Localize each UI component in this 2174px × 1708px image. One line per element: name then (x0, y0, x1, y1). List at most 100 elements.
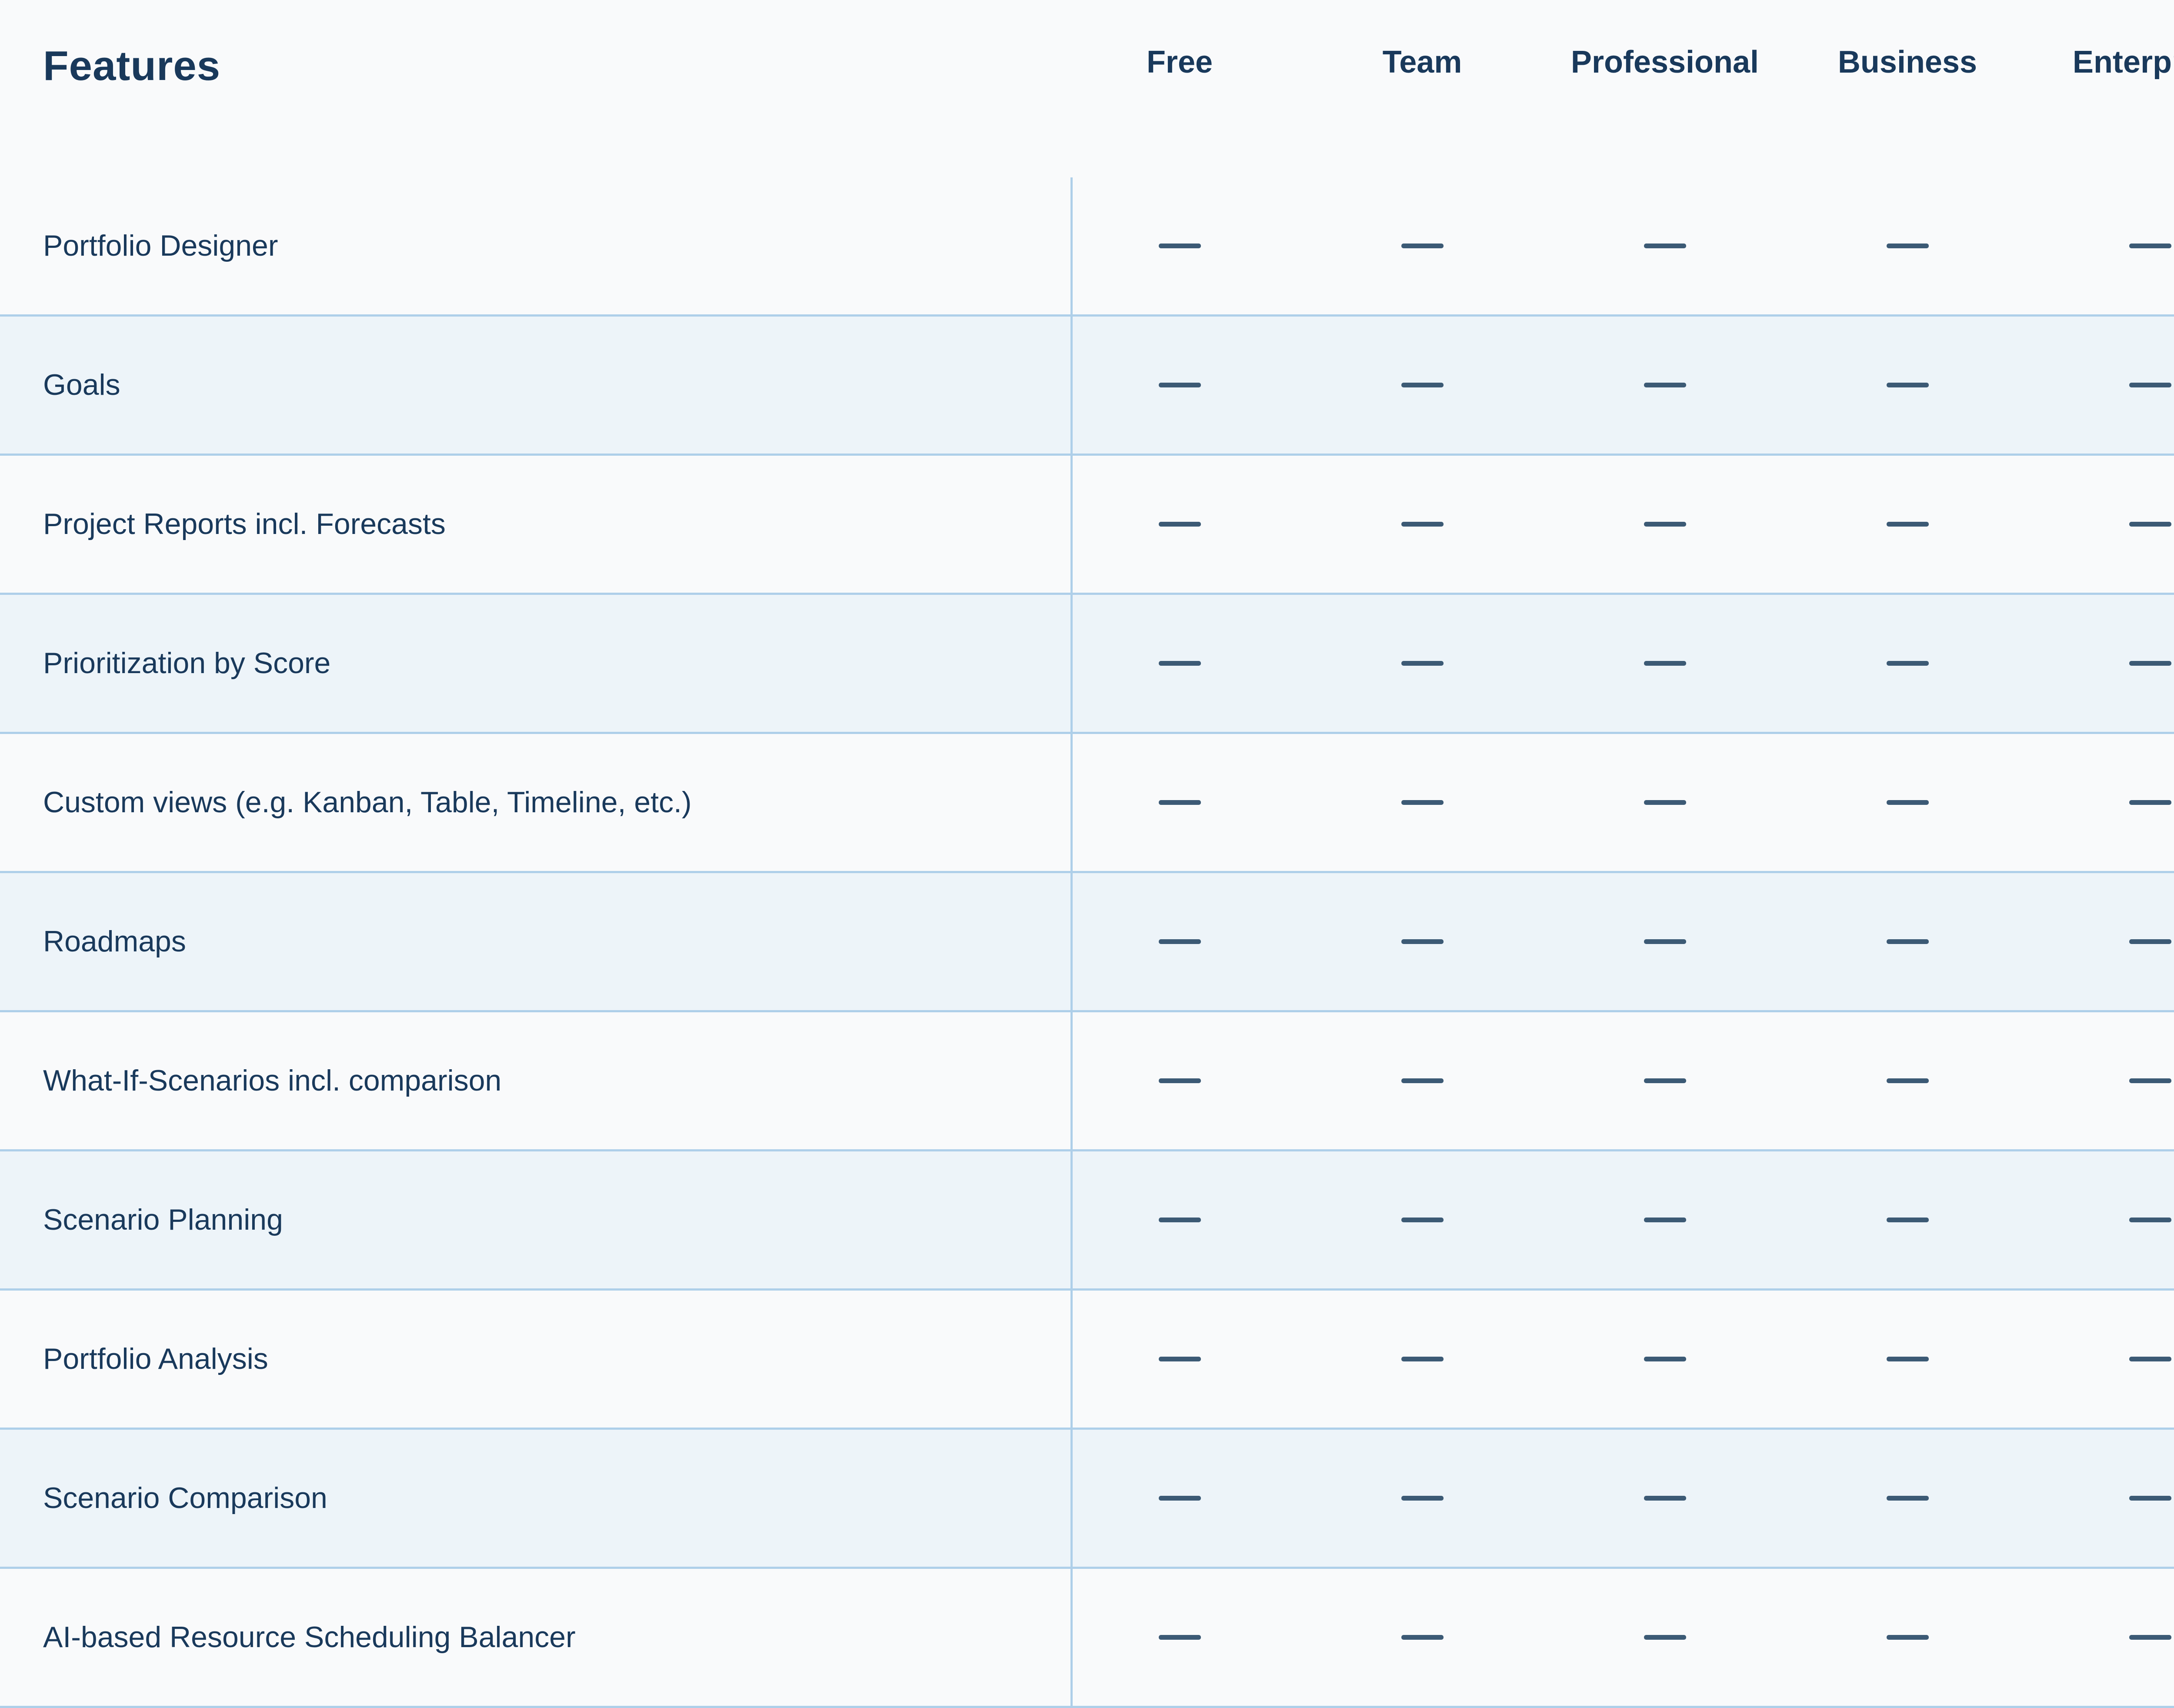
dash-icon (1159, 1635, 1201, 1640)
plan-value-cell (2029, 1218, 2174, 1222)
feature-label: Portfolio Designer (0, 228, 1058, 264)
plan-value-cell (1786, 522, 2029, 527)
dash-icon (1887, 244, 1929, 248)
plan-value-cell (1786, 800, 2029, 805)
plan-value-cell (1301, 1218, 1544, 1222)
plan-value-cell (1301, 800, 1544, 805)
feature-comparison-table: Features Free Team Professional Business… (0, 0, 2174, 1708)
plan-value-cell (1544, 1496, 1786, 1501)
dash-icon (1887, 1218, 1929, 1222)
plan-value-cell (1786, 1078, 2029, 1083)
dash-icon (1159, 383, 1201, 387)
plan-value-cell (2029, 244, 2174, 248)
plan-value-cell (2029, 1357, 2174, 1361)
dash-icon (1159, 800, 1201, 805)
feature-label: AI-based Resource Scheduling Balancer (0, 1620, 1058, 1655)
dash-icon (1159, 1496, 1201, 1501)
plan-header-free: Free (1058, 0, 1301, 78)
plan-value-cell (2029, 939, 2174, 944)
dash-icon (2129, 522, 2171, 527)
plan-value-cell (2029, 1635, 2174, 1640)
plan-value-cell (1058, 1496, 1301, 1501)
plan-value-cell (1544, 661, 1786, 666)
plan-value-cell (1544, 383, 1786, 387)
dash-icon (2129, 1218, 2171, 1222)
dash-icon (2129, 244, 2171, 248)
plan-value-cell (1544, 522, 1786, 527)
dash-icon (1644, 522, 1686, 527)
plan-value-cell (1301, 244, 1544, 248)
table-row: Prioritization by Score (0, 595, 2174, 734)
dash-icon (1644, 1496, 1686, 1501)
plan-value-cell (1786, 1218, 2029, 1222)
dash-icon (1159, 1078, 1201, 1083)
dash-icon (2129, 661, 2171, 666)
dash-icon (2129, 1496, 2171, 1501)
dash-icon (1887, 1078, 1929, 1083)
dash-icon (1644, 383, 1686, 387)
feature-label: Prioritization by Score (0, 646, 1058, 681)
dash-icon (1887, 800, 1929, 805)
dash-icon (1401, 661, 1444, 666)
dash-icon (1644, 939, 1686, 944)
plan-value-cell (1786, 1635, 2029, 1640)
plan-value-cell (1301, 939, 1544, 944)
dash-icon (1887, 939, 1929, 944)
plan-value-cell (2029, 800, 2174, 805)
table-row: Portfolio Designer (0, 177, 2174, 317)
plan-value-cell (1301, 1078, 1544, 1083)
dash-icon (2129, 383, 2171, 387)
plan-value-cell (1786, 939, 2029, 944)
table-row: Scenario Comparison (0, 1430, 2174, 1569)
dash-icon (1401, 522, 1444, 527)
dash-icon (1887, 383, 1929, 387)
plan-value-cell (1058, 244, 1301, 248)
dash-icon (1159, 939, 1201, 944)
plan-value-cell (1058, 800, 1301, 805)
table-row: Custom views (e.g. Kanban, Table, Timeli… (0, 734, 2174, 873)
dash-icon (1887, 522, 1929, 527)
dash-icon (1401, 1078, 1444, 1083)
table-row: Roadmaps (0, 873, 2174, 1012)
plan-value-cell (2029, 661, 2174, 666)
dash-icon (1401, 1357, 1444, 1361)
dash-icon (1887, 1357, 1929, 1361)
dash-icon (2129, 1078, 2171, 1083)
dash-icon (1401, 800, 1444, 805)
dash-icon (1401, 1218, 1444, 1222)
plan-value-cell (1786, 661, 2029, 666)
dash-icon (1887, 661, 1929, 666)
feature-label: What-If-Scenarios incl. comparison (0, 1063, 1058, 1099)
table-body: Portfolio DesignerGoalsProject Reports i… (0, 177, 2174, 1708)
dash-icon (1159, 661, 1201, 666)
table-row: AI-based Resource Scheduling Balancer (0, 1569, 2174, 1708)
feature-label: Portfolio Analysis (0, 1341, 1058, 1377)
dash-icon (1644, 244, 1686, 248)
plan-value-cell (1786, 383, 2029, 387)
feature-label: Custom views (e.g. Kanban, Table, Timeli… (0, 785, 1058, 821)
plan-value-cell (1786, 1357, 2029, 1361)
plan-header-business: Business (1786, 0, 2029, 78)
dash-icon (1159, 522, 1201, 527)
plan-value-cell (1058, 1635, 1301, 1640)
features-title-cell: Features (0, 0, 1058, 87)
table-row: Project Reports incl. Forecasts (0, 456, 2174, 595)
dash-icon (1401, 939, 1444, 944)
dash-icon (1401, 1635, 1444, 1640)
plan-value-cell (1058, 1078, 1301, 1083)
dash-icon (1644, 1635, 1686, 1640)
plan-value-cell (1544, 1078, 1786, 1083)
table-row: Portfolio Analysis (0, 1291, 2174, 1430)
plan-value-cell (1786, 1496, 2029, 1501)
plan-value-cell (1058, 522, 1301, 527)
dash-icon (1401, 244, 1444, 248)
dash-icon (1159, 1357, 1201, 1361)
feature-label: Roadmaps (0, 924, 1058, 960)
page-title: Features (43, 45, 1058, 87)
plan-value-cell (2029, 1078, 2174, 1083)
dash-icon (1887, 1496, 1929, 1501)
plan-value-cell (1786, 244, 2029, 248)
plan-value-cell (1301, 383, 1544, 387)
plan-value-cell (1301, 661, 1544, 666)
plan-header-team: Team (1301, 0, 1544, 78)
